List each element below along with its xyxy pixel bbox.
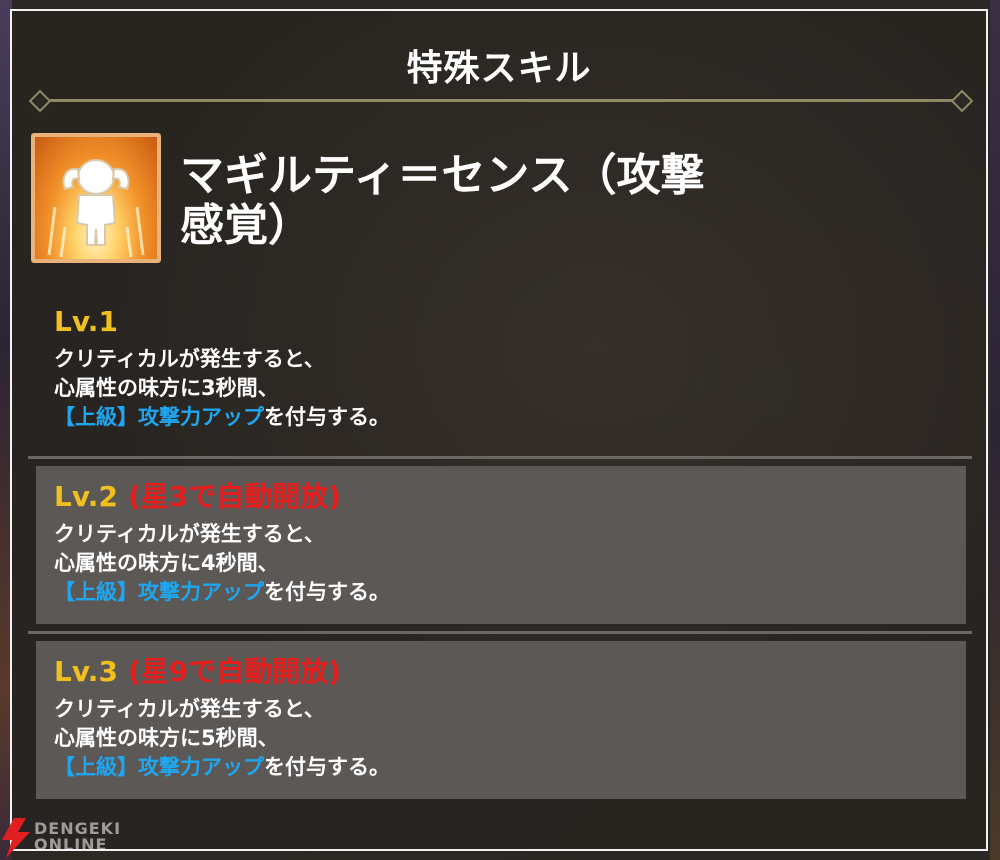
background-art-right xyxy=(990,0,1000,860)
level-2-section: Lv.2 (星3で自動開放) クリティカルが発生すると、 心属性の味方に4秒間、 … xyxy=(36,466,966,624)
skill-detail-panel: 特殊スキル マギルティ＝センス（攻撃 感覚） Lv.1 クリティカルが発生すると… xyxy=(10,9,988,851)
level-2-label: Lv.2 xyxy=(54,480,118,513)
watermark-line2: ONLINE xyxy=(34,835,108,854)
level-1-line3: 【上級】攻撃力アップを付与する。 xyxy=(54,403,966,432)
divider-ornament-left-icon xyxy=(28,89,52,113)
level-2-buff: 【上級】攻撃力アップ xyxy=(54,580,264,604)
lightning-logo-icon xyxy=(2,818,30,858)
skill-name-line1: マギルティ＝センス（攻撃 xyxy=(180,150,705,201)
level-3-section: Lv.3 (星9で自動開放) クリティカルが発生すると、 心属性の味方に5秒間、 … xyxy=(36,641,966,799)
flexing-figure-icon xyxy=(31,133,161,263)
level-1-line2: 心属性の味方に3秒間、 xyxy=(54,376,279,400)
level-1-label: Lv.1 xyxy=(54,305,118,338)
level-1-header: Lv.1 xyxy=(54,303,966,341)
panel-title: 特殊スキル xyxy=(406,48,592,89)
level-3-suffix: を付与する。 xyxy=(264,755,390,779)
level-2-unlock-condition: (星3で自動開放) xyxy=(127,480,342,513)
divider-ornament-right-icon xyxy=(950,89,974,113)
level-3-description: クリティカルが発生すると、 心属性の味方に5秒間、 【上級】攻撃力アップを付与す… xyxy=(54,695,966,782)
section-separator xyxy=(28,456,972,459)
level-1-section: Lv.1 クリティカルが発生すると、 心属性の味方に3秒間、 【上級】攻撃力アッ… xyxy=(36,303,966,443)
level-3-buff: 【上級】攻撃力アップ xyxy=(54,755,264,779)
level-2-line3: 【上級】攻撃力アップを付与する。 xyxy=(54,578,966,607)
level-3-header: Lv.3 (星9で自動開放) xyxy=(54,653,966,691)
level-3-line3: 【上級】攻撃力アップを付与する。 xyxy=(54,753,966,782)
title-divider xyxy=(34,99,966,102)
level-1-buff: 【上級】攻撃力アップ xyxy=(54,405,264,429)
dengeki-online-watermark: DENGEKI ONLINE xyxy=(0,818,130,858)
level-3-line1: クリティカルが発生すると、 xyxy=(54,697,325,721)
game-screen: 特殊スキル マギルティ＝センス（攻撃 感覚） Lv.1 クリティカルが発生すると… xyxy=(0,0,1000,860)
level-2-description: クリティカルが発生すると、 心属性の味方に4秒間、 【上級】攻撃力アップを付与す… xyxy=(54,520,966,607)
section-separator xyxy=(28,631,972,634)
level-3-line2: 心属性の味方に5秒間、 xyxy=(54,726,279,750)
level-2-suffix: を付与する。 xyxy=(264,580,390,604)
level-3-label: Lv.3 xyxy=(54,655,118,688)
skill-name: マギルティ＝センス（攻撃 感覚） xyxy=(180,151,800,251)
level-1-line1: クリティカルが発生すると、 xyxy=(54,347,325,371)
level-2-line2: 心属性の味方に4秒間、 xyxy=(54,551,279,575)
skill-name-line2: 感覚） xyxy=(180,200,312,251)
level-2-header: Lv.2 (星3で自動開放) xyxy=(54,478,966,516)
level-1-description: クリティカルが発生すると、 心属性の味方に3秒間、 【上級】攻撃力アップを付与す… xyxy=(54,345,966,432)
level-1-suffix: を付与する。 xyxy=(264,405,390,429)
level-2-line1: クリティカルが発生すると、 xyxy=(54,522,325,546)
level-3-unlock-condition: (星9で自動開放) xyxy=(127,655,342,688)
